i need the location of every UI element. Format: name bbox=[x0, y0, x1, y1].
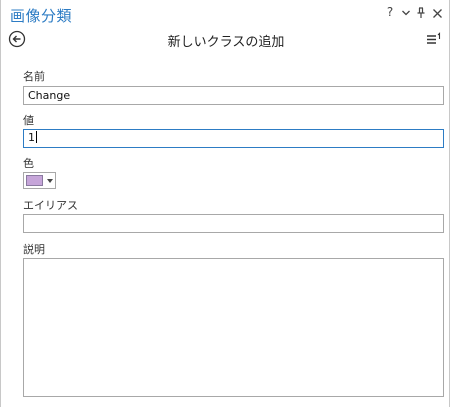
name-field[interactable] bbox=[23, 86, 444, 105]
value-field-text: 1 bbox=[28, 131, 35, 144]
text-caret bbox=[36, 131, 37, 143]
dropdown-arrow-icon bbox=[47, 179, 53, 183]
value-field[interactable]: 1 bbox=[23, 129, 444, 148]
pane-header: 新しいクラスの追加 bbox=[1, 27, 450, 53]
add-class-pane: 画像分類 ? 新しいクラスの追加 名前 値 1 色 bbox=[0, 0, 450, 407]
color-picker[interactable] bbox=[23, 172, 56, 189]
description-field[interactable] bbox=[23, 258, 444, 397]
color-label: 色 bbox=[23, 157, 34, 170]
close-icon[interactable] bbox=[430, 6, 444, 20]
help-button[interactable]: ? bbox=[383, 5, 397, 19]
color-swatch bbox=[26, 175, 43, 186]
chevron-down-icon[interactable] bbox=[399, 6, 413, 20]
value-label: 値 bbox=[23, 114, 34, 127]
pane-app-title: 画像分類 bbox=[10, 7, 73, 25]
pin-icon[interactable] bbox=[414, 6, 428, 20]
name-label: 名前 bbox=[23, 70, 45, 83]
alias-field[interactable] bbox=[23, 214, 444, 233]
alias-label: エイリアス bbox=[23, 199, 78, 212]
title-bar: 画像分類 ? bbox=[1, 0, 450, 26]
menu-icon[interactable] bbox=[425, 31, 443, 47]
description-label: 説明 bbox=[23, 243, 45, 256]
page-title: 新しいクラスの追加 bbox=[167, 35, 285, 50]
